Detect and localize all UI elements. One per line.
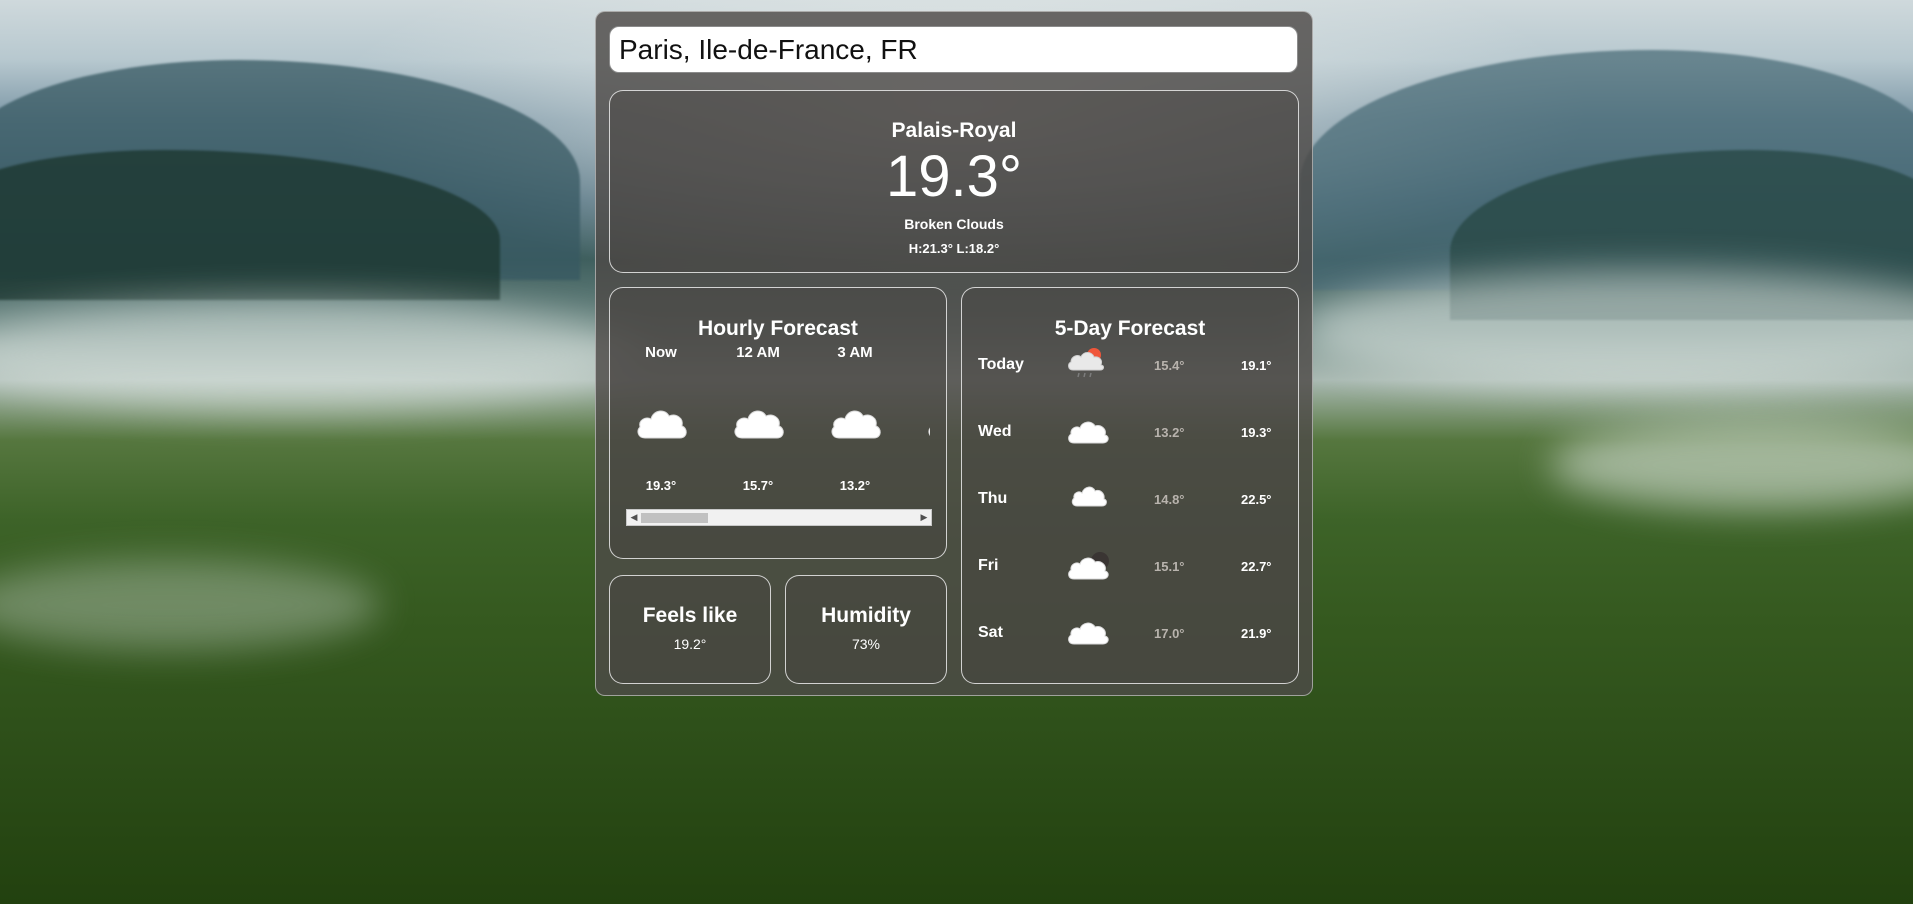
day-name: Today [978,356,1024,373]
humidity-title: Humidity [821,604,911,627]
humidity-card: Humidity 73% [785,575,947,684]
cloud-icon [732,404,786,445]
day-high-temperature: 19.3° [1241,425,1272,440]
rain-sun-icon [1066,346,1106,387]
five-day-forecast-title: 5-Day Forecast [1054,317,1206,340]
weather-description: Broken Clouds [904,216,1004,232]
feels-like-value: 19.2° [673,636,707,652]
current-weather-card: Palais-Royal 19.3° Broken Clouds H:21.3°… [609,90,1299,273]
cloud-icon [1070,480,1108,517]
forecast-day-row: Today 15.4° 19.1° [962,346,1298,386]
day-low-temperature: 15.1° [1154,559,1185,574]
day-low-temperature: 15.4° [1154,358,1185,373]
humidity-value: 73% [851,636,881,652]
day-name: Thu [978,490,1008,507]
hourly-forecast-card: Hourly Forecast Now 19.3° 12 AM 15.7° 3 … [609,287,947,559]
cloud-moon-icon [1066,547,1112,590]
cloud-icon [829,404,883,445]
forecast-day-row: Fri 15.1° 22.7° [962,547,1298,587]
cloud-icon [1066,614,1110,655]
day-name: Sat [978,624,1003,641]
day-high-temperature: 22.7° [1241,559,1272,574]
day-name: Wed [978,423,1012,440]
day-high-temperature: 21.9° [1241,626,1272,641]
location-name: Palais-Royal [891,119,1017,142]
cloud-icon [926,404,930,445]
high-low-temperature: H:21.3° L:18.2° [908,241,1000,256]
hour-temperature: 19.3° [645,478,677,493]
hour-label: 3 AM [837,344,873,361]
weather-panel: Palais-Royal 19.3° Broken Clouds H:21.3°… [595,11,1313,696]
location-search-input[interactable] [609,26,1298,73]
day-low-temperature: 17.0° [1154,626,1185,641]
scroll-left-arrow-icon[interactable]: ◀ [627,510,641,525]
cloud-icon [1066,413,1110,454]
hourly-forecast-title: Hourly Forecast [698,317,858,340]
forecast-day-row: Thu 14.8° 22.5° [962,480,1298,520]
scrollbar-thumb[interactable] [641,513,708,523]
hourly-scrollbar[interactable]: ◀ ▶ [626,509,932,526]
forecast-day-row: Wed 13.2° 19.3° [962,413,1298,453]
hourly-forecast-list[interactable]: Now 19.3° 12 AM 15.7° 3 AM 13.2° [626,344,930,494]
day-high-temperature: 19.1° [1241,358,1272,373]
hour-temperature: 15.7° [742,478,774,493]
scroll-right-arrow-icon[interactable]: ▶ [917,510,931,525]
day-low-temperature: 13.2° [1154,425,1185,440]
hour-label: 12 AM [736,344,780,361]
hour-temperature: 13.2° [839,478,871,493]
hour-label: Now [645,344,677,361]
five-day-forecast-card: 5-Day Forecast Today 15.4° 19.1° Wed 13.… [961,287,1299,684]
current-temperature: 19.3° [885,144,1023,209]
day-low-temperature: 14.8° [1154,492,1185,507]
day-name: Fri [978,557,999,574]
day-high-temperature: 22.5° [1241,492,1272,507]
cloud-icon [635,404,689,445]
feels-like-title: Feels like [642,604,738,627]
feels-like-card: Feels like 19.2° [609,575,771,684]
forecast-day-row: Sat 17.0° 21.9° [962,614,1298,654]
